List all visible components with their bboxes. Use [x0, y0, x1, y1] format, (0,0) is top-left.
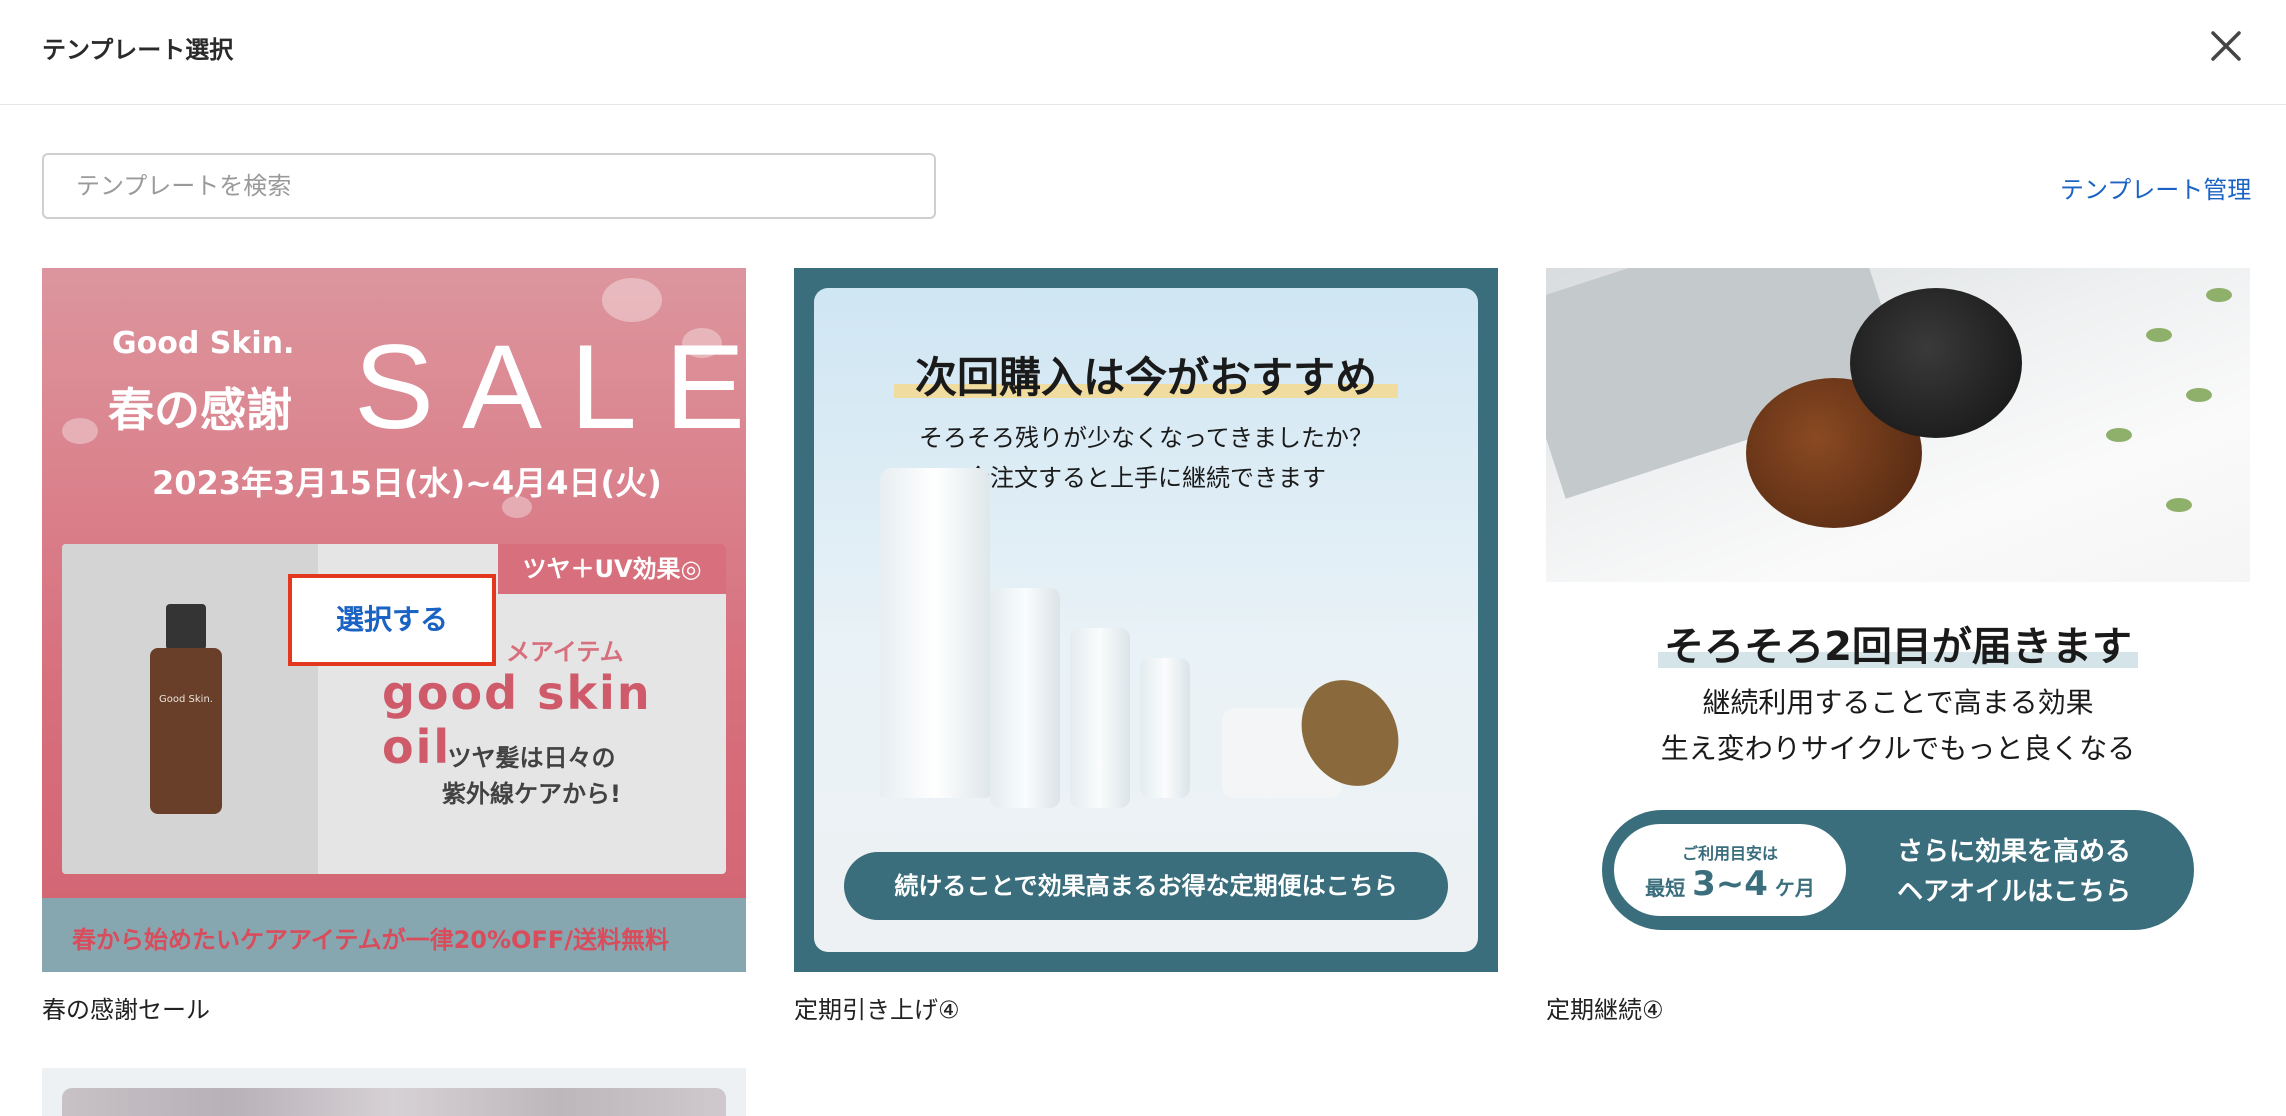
subtext-line-1: そろそろ残りが少なくなってきましたか？: [918, 424, 1374, 452]
template-card-subscription-upsell[interactable]: 次回購入は今がおすすめ そろそろ残りが少なくなってきましたか？ 今注文すると上手…: [794, 268, 1498, 972]
dropper-bottle-image: [1140, 658, 1190, 798]
leaf-decoration: [2106, 428, 2132, 442]
template-label: 春の感謝セール: [42, 996, 210, 1024]
cta-line-1: さらに効果を高める: [1896, 837, 2131, 867]
banner-headline: 次回購入は今がおすすめ: [914, 353, 1377, 402]
leaf-decoration: [2186, 388, 2212, 402]
template-manage-link[interactable]: テンプレート管理: [2060, 170, 2251, 205]
cta-line-2: ヘアオイルはこちら: [1896, 877, 2131, 907]
banner-inner: 次回購入は今がおすすめ そろそろ残りが少なくなってきましたか？ 今注文すると上手…: [814, 288, 1478, 952]
template-card-spring-sale[interactable]: Good Skin. 春の感謝 SALE 2023年3月15日(水)~4月4日(…: [42, 268, 746, 972]
subtext-line-2: 生え変わりサイクルでもっと良くなる: [1660, 732, 2136, 765]
template-card-partial[interactable]: [42, 1068, 746, 1116]
product-photo: [1546, 268, 2250, 582]
banner-inner: [62, 1088, 726, 1116]
banner-subtext: 継続利用することで高まる効果 生え変わりサイクルでもっと良くなる: [1546, 680, 2250, 772]
pill-small-text: ご利用目安は: [1681, 844, 1778, 863]
pill-period: 最短 3~4 ケ月: [1614, 864, 1846, 904]
usage-pill: ご利用目安は 最短 3~4 ケ月: [1614, 824, 1846, 916]
dropper-bottle-image: [990, 588, 1060, 808]
modal-title: テンプレート選択: [42, 36, 234, 64]
template-card-subscription-continue[interactable]: そろそろ2回目が届きます 継続利用することで高まる効果 生え変わりサイクルでもっ…: [1546, 268, 2250, 972]
pill-prefix: 最短: [1645, 876, 1686, 900]
leaf-decoration: [2146, 328, 2172, 342]
banner-cta: 続けることで効果高まるお得な定期便はこちら: [844, 852, 1448, 920]
template-label: 定期継続④: [1546, 996, 1664, 1024]
template-label: 定期引き上げ④: [794, 996, 960, 1024]
black-jar-image: [1850, 288, 2022, 438]
cta-text: さらに効果を高める ヘアオイルはこちら: [1864, 832, 2164, 912]
subtext-line-1: 継続利用することで高まる効果: [1702, 686, 2094, 719]
dropper-bottle-image: [1070, 628, 1130, 808]
banner-cta: ご利用目安は 最短 3~4 ケ月 さらに効果を高める ヘアオイルはこちら: [1602, 810, 2194, 930]
leaf-decoration: [2206, 288, 2232, 302]
banner-headline: そろそろ2回目が届きます: [1664, 624, 2132, 670]
product-tube-image: [880, 468, 990, 798]
template-search-input[interactable]: [42, 153, 936, 219]
pill-suffix: ケ月: [1774, 876, 1815, 900]
leaf-decoration: [2166, 498, 2192, 512]
modal-header: テンプレート選択: [0, 0, 2286, 105]
close-icon[interactable]: [2206, 26, 2246, 66]
select-template-button[interactable]: 選択する: [288, 574, 496, 666]
pill-number: 3~4: [1692, 864, 1768, 904]
